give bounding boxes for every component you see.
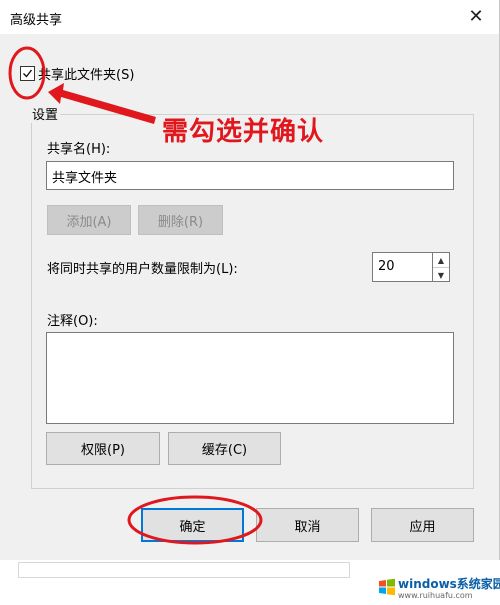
watermark-brand: windows系统家园 bbox=[398, 577, 500, 591]
checkbox-box[interactable] bbox=[20, 65, 35, 81]
permissions-button[interactable]: 权限(P) bbox=[46, 432, 160, 465]
spin-up-icon[interactable]: ▲ bbox=[433, 253, 449, 268]
user-limit-input[interactable]: 20 bbox=[372, 252, 433, 282]
close-icon[interactable]: ✕ bbox=[463, 4, 489, 30]
annotation-text: 需勾选并确认 bbox=[162, 117, 325, 147]
remove-button[interactable]: 删除(R) bbox=[138, 205, 223, 235]
background-window-fragment bbox=[18, 562, 350, 578]
share-name-label: 共享名(H): bbox=[47, 142, 111, 157]
share-name-input[interactable]: 共享文件夹 bbox=[46, 161, 454, 190]
cancel-button[interactable]: 取消 bbox=[256, 508, 359, 542]
share-name-value: 共享文件夹 bbox=[52, 171, 118, 186]
comments-label: 注释(O): bbox=[47, 314, 98, 329]
advanced-sharing-dialog: 高级共享 ✕ 共享此文件夹(S) 设置 共享名(H): 共享文件夹 添加(A) … bbox=[0, 0, 500, 560]
watermark-url: www.ruihuafu.com bbox=[398, 591, 473, 600]
spin-down-icon[interactable]: ▼ bbox=[433, 268, 449, 282]
apply-button[interactable]: 应用 bbox=[371, 508, 474, 542]
title-bar: 高级共享 ✕ bbox=[0, 0, 499, 34]
user-limit-label: 将同时共享的用户数量限制为(L): bbox=[47, 262, 238, 277]
checkmark-icon bbox=[23, 69, 33, 78]
user-limit-spinner[interactable]: ▲ ▼ bbox=[432, 252, 450, 282]
watermark: windows系统家园 www.ruihuafu.com bbox=[376, 573, 500, 603]
dialog-title: 高级共享 bbox=[10, 13, 63, 28]
comments-textarea[interactable] bbox=[46, 332, 454, 424]
settings-group-label: 设置 bbox=[30, 104, 61, 123]
add-button[interactable]: 添加(A) bbox=[47, 205, 131, 235]
ok-button[interactable]: 确定 bbox=[141, 508, 244, 542]
windows-logo-icon bbox=[379, 578, 395, 596]
caching-button[interactable]: 缓存(C) bbox=[168, 432, 281, 465]
user-limit-value: 20 bbox=[378, 259, 395, 274]
share-folder-checkbox[interactable]: 共享此文件夹(S) bbox=[20, 64, 135, 83]
share-folder-label: 共享此文件夹(S) bbox=[38, 67, 135, 83]
